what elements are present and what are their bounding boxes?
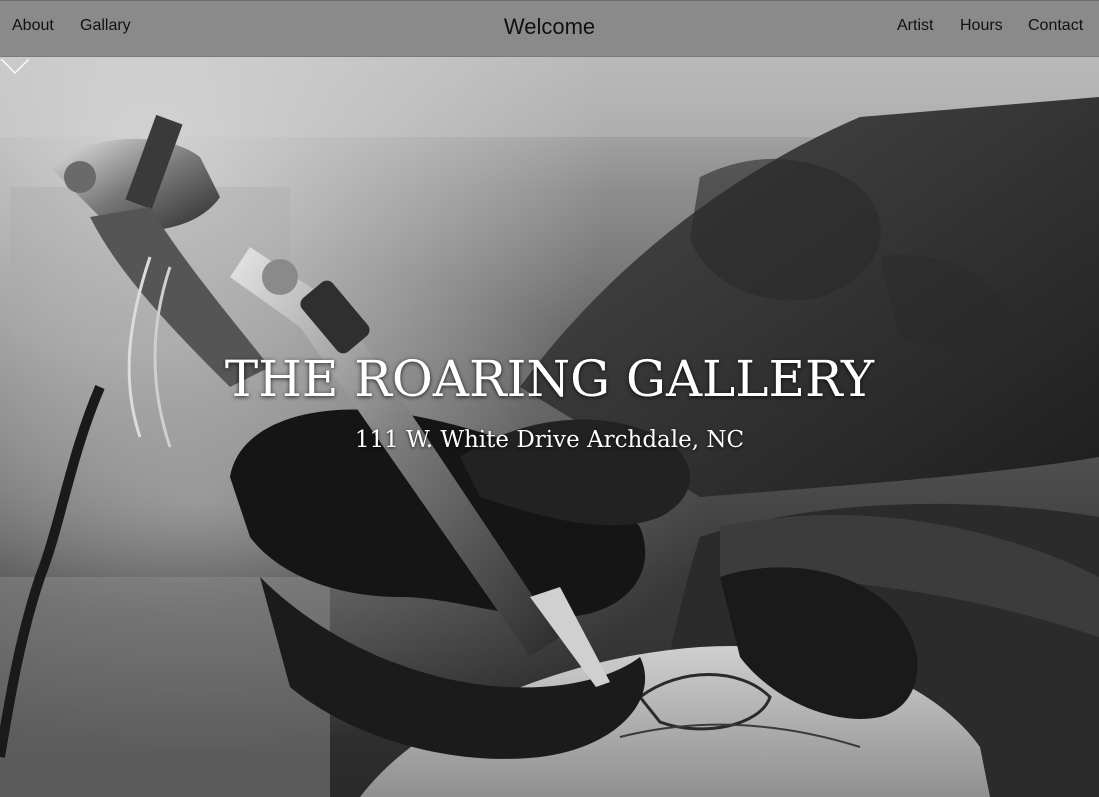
hero-section: THE ROARING GALLERY 111 W. White Drive A… bbox=[0, 57, 1099, 797]
hero-address: 111 W. White Drive Archdale, NC bbox=[354, 427, 745, 453]
top-nav-bar: About Gallary Welcome Artist Hours Conta… bbox=[0, 0, 1099, 57]
chevron-down-icon[interactable] bbox=[0, 57, 30, 75]
page: About Gallary Welcome Artist Hours Conta… bbox=[0, 0, 1099, 797]
nav-link-hours[interactable]: Hours bbox=[960, 17, 1003, 35]
nav-center-title[interactable]: Welcome bbox=[0, 14, 1099, 40]
hero-title: THE ROARING GALLERY bbox=[224, 350, 875, 408]
nav-link-artist[interactable]: Artist bbox=[897, 17, 933, 35]
nav-link-contact[interactable]: Contact bbox=[1028, 17, 1083, 35]
